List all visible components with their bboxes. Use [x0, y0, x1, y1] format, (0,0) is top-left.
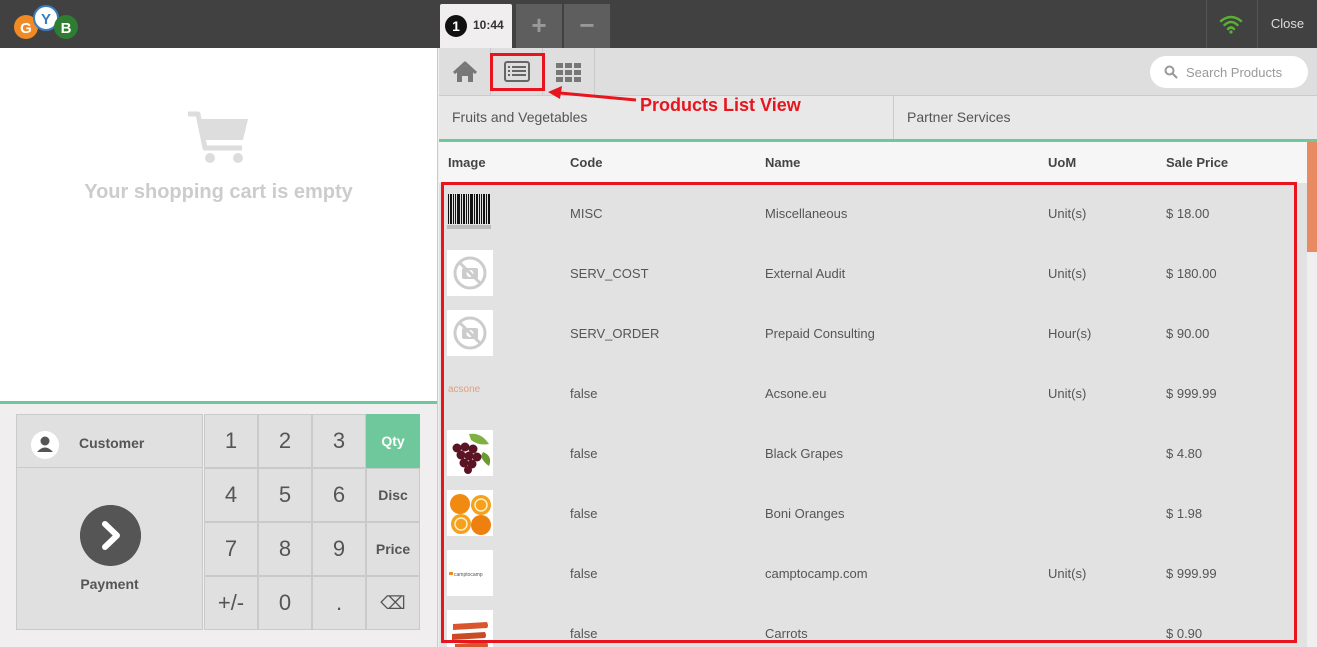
category-partner-services[interactable]: Partner Services [894, 96, 1317, 139]
logo-letter-y: Y [41, 11, 51, 28]
payment-label: Payment [80, 576, 139, 592]
numpad-key-4[interactable]: 4 [204, 468, 258, 522]
numpad-key-7[interactable]: 7 [204, 522, 258, 576]
numpad-key-9[interactable]: 9 [312, 522, 366, 576]
order-number-badge: 1 [445, 15, 467, 37]
numpad-key-1[interactable]: 1 [204, 414, 258, 468]
close-button[interactable]: Close [1257, 0, 1317, 48]
product-list-header: Image Code Name UoM Sale Price [439, 142, 1307, 183]
top-bar: G Y B 1 10:44 + − Close [0, 0, 1317, 48]
search-icon [1164, 65, 1178, 79]
annotation-list-view-highlight [490, 53, 545, 91]
numpad-key-0[interactable]: 0 [258, 576, 312, 630]
column-header-image: Image [448, 155, 486, 170]
order-pane: Your shopping cart is empty Customer Pay… [0, 48, 438, 647]
column-header-code: Code [570, 155, 603, 170]
order-container: Your shopping cart is empty [0, 48, 437, 404]
annotation-arrow [548, 86, 637, 102]
numpad-key-6[interactable]: 6 [312, 468, 366, 522]
mode-disc-button[interactable]: Disc [366, 468, 420, 522]
header-divider [1206, 0, 1207, 48]
column-header-name: Name [765, 155, 801, 170]
logo-letter-g: G [20, 20, 32, 37]
cart-icon [188, 111, 248, 163]
numpad-key-3[interactable]: 3 [312, 414, 366, 468]
numpad-key-sign[interactable]: +/- [204, 576, 258, 630]
annotation-product-list-highlight [441, 182, 1297, 643]
numpad-key-5[interactable]: 5 [258, 468, 312, 522]
wifi-icon[interactable] [1219, 14, 1243, 34]
customer-label: Customer [79, 435, 145, 451]
company-logo: G Y B [14, 5, 78, 39]
user-icon [31, 431, 59, 459]
numpad-key-2[interactable]: 2 [258, 414, 312, 468]
annotation-label: Products List View [640, 95, 801, 115]
backspace-button[interactable]: ⌫ [366, 576, 420, 630]
order-time: 10:44 [473, 18, 504, 32]
column-header-uom: UoM [1048, 155, 1077, 170]
mode-qty-button[interactable]: Qty [366, 414, 420, 468]
customer-button[interactable]: Customer [16, 414, 203, 468]
chevron-right-icon [80, 505, 141, 566]
empty-cart-message: Your shopping cart is empty [84, 181, 353, 203]
numpad-key-8[interactable]: 8 [258, 522, 312, 576]
order-tab[interactable]: 1 10:44 [440, 4, 512, 48]
numpad: 1 2 3 Qty 4 5 6 Disc 7 8 9 Price +/- 0 .… [204, 414, 422, 631]
home-icon [452, 61, 478, 82]
remove-order-button[interactable]: − [564, 4, 610, 48]
product-list-scrollbar-thumb[interactable] [1307, 142, 1317, 252]
search-input[interactable] [1186, 63, 1298, 81]
column-header-sale-price: Sale Price [1166, 155, 1229, 170]
mode-price-button[interactable]: Price [366, 522, 420, 576]
search-box [1150, 56, 1308, 88]
logo-letter-b: B [61, 20, 72, 37]
add-order-button[interactable]: + [516, 4, 562, 48]
numpad-key-decimal[interactable]: . [312, 576, 366, 630]
payment-button[interactable]: Payment [16, 468, 203, 630]
home-button[interactable] [439, 48, 491, 96]
